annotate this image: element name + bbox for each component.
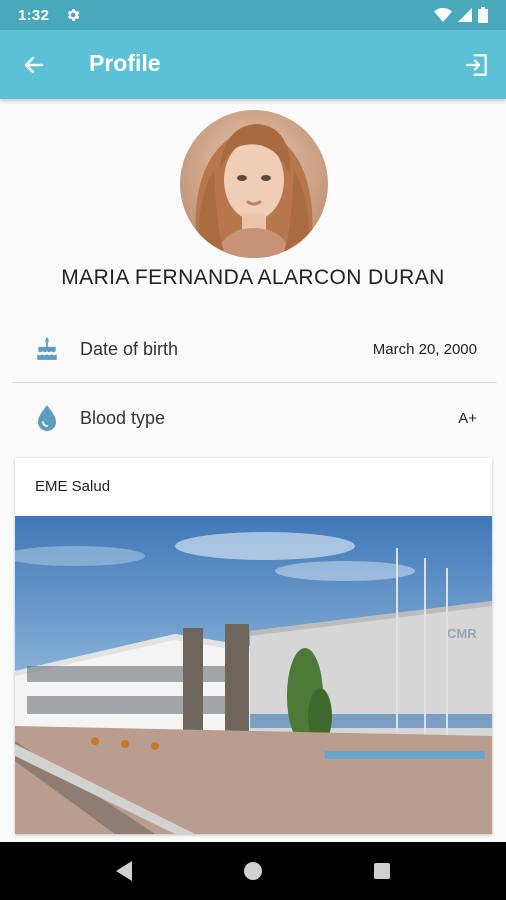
blood-type-value: A+ xyxy=(458,409,477,427)
status-time: 1:32 xyxy=(18,6,50,24)
cake-icon xyxy=(32,334,62,364)
date-of-birth-row: Date of birth March 20, 2000 xyxy=(12,315,497,383)
date-of-birth-label: Date of birth xyxy=(80,338,179,359)
profile-name: MARIA FERNANDA ALARCON DURAN xyxy=(61,266,445,289)
clinic-name: EME Salud xyxy=(35,478,111,495)
triangle-back-icon xyxy=(116,861,133,881)
page-title: Profile xyxy=(89,50,161,76)
blood-type-row: Blood type A+ xyxy=(12,384,497,452)
back-button[interactable] xyxy=(20,51,48,79)
battery-icon xyxy=(478,7,488,23)
divider xyxy=(12,382,497,383)
app-bar: Profile xyxy=(0,30,506,99)
logout-icon xyxy=(466,54,487,76)
wifi-icon xyxy=(434,8,452,22)
blood-type-label: Blood type xyxy=(80,407,166,428)
clinic-building-photo: CMR xyxy=(15,516,492,834)
settings-gear-icon xyxy=(68,9,80,21)
arrow-left-icon xyxy=(24,56,44,74)
nav-recents-button[interactable] xyxy=(362,851,402,891)
clinic-card[interactable]: EME Salud CMR xyxy=(15,458,492,834)
blood-drop-icon xyxy=(32,403,62,433)
square-recents-icon xyxy=(373,863,390,879)
system-nav-bar xyxy=(0,842,506,900)
circle-home-icon xyxy=(243,862,262,880)
nav-home-button[interactable] xyxy=(233,851,273,891)
avatar xyxy=(180,110,328,258)
status-bar: 1:32 xyxy=(0,0,506,30)
building-sign: CMR xyxy=(447,626,477,641)
logout-button[interactable] xyxy=(462,50,492,80)
cell-signal-icon xyxy=(458,8,472,22)
nav-back-button[interactable] xyxy=(104,851,144,891)
date-of-birth-value: March 20, 2000 xyxy=(372,340,477,358)
status-indicators xyxy=(434,7,488,23)
